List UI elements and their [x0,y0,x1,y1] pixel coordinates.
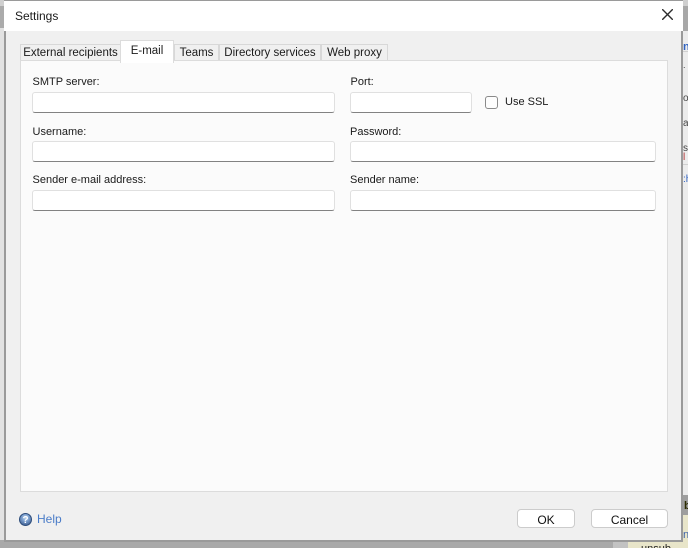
svg-text:?: ? [22,515,28,526]
